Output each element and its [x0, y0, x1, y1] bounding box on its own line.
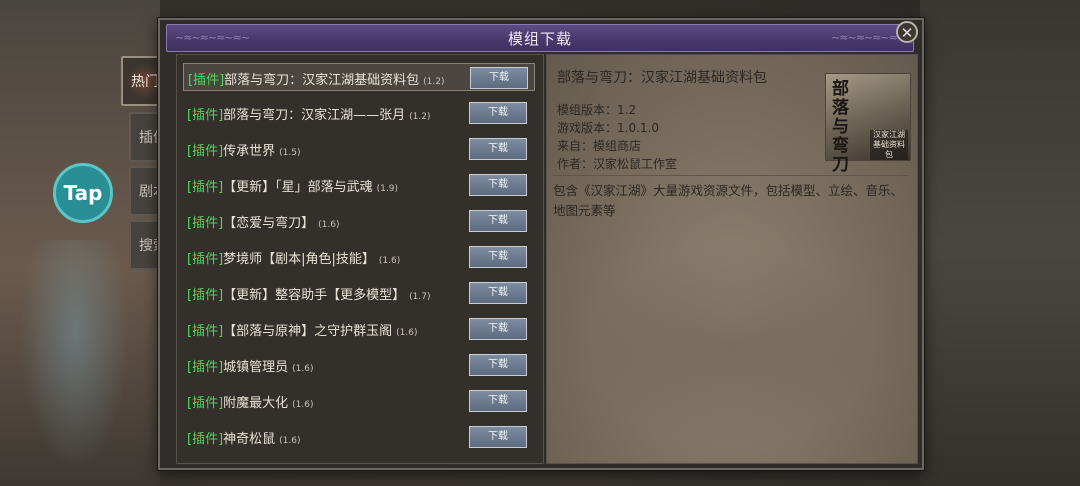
- mod-title: [插件]【更新】「星」部落与武魂 (1.9): [187, 176, 398, 195]
- mod-tag: [插件]: [187, 324, 224, 339]
- thumbnail-subtitle: 汉家江湖 基础资料包: [870, 130, 908, 160]
- mod-name: 梦境师【剧本|角色|技能】: [223, 252, 375, 267]
- mod-version: (1.5): [279, 148, 301, 158]
- mod-name: 【更新】「星」部落与武魂: [223, 180, 373, 195]
- list-item[interactable]: [插件]【部落与原神】之守护群玉阁 (1.6) 下载: [183, 315, 535, 343]
- download-button[interactable]: 下载: [470, 67, 528, 89]
- download-button[interactable]: 下载: [469, 282, 527, 304]
- close-button[interactable]: ✕: [896, 21, 918, 43]
- list-item[interactable]: [插件]传承世界 (1.5) 下载: [183, 135, 535, 163]
- mod-title: [插件]神奇松鼠 (1.6): [187, 428, 301, 447]
- download-button[interactable]: 下载: [469, 102, 527, 124]
- list-item[interactable]: [插件]【恋爱与弯刀】 (1.6) 下载: [183, 207, 535, 235]
- title-bar: ~≈~≈~≈~≈~ 模组下载 ~≈~≈~≈~≈~: [166, 24, 914, 52]
- detail-mod-version: 模组版本：1.2: [557, 103, 637, 117]
- taptap-label: Tap: [63, 181, 103, 205]
- ornament-right-icon: ~≈~≈~≈~≈~: [831, 31, 906, 44]
- mod-name: 神奇松鼠: [223, 432, 276, 447]
- detail-description: 包含《汉家江湖》大量游戏资源文件，包括模型、立绘、音乐、地图元素等: [553, 183, 904, 218]
- mod-title: [插件]部落与弯刀：汉家江湖基础资料包 (1.2): [188, 69, 445, 88]
- mod-name: 【部落与原神】之守护群玉阁: [223, 324, 393, 339]
- mod-name: 部落与弯刀：汉家江湖基础资料包: [224, 73, 420, 88]
- thumbnail-title: 部落与弯刀: [832, 79, 849, 175]
- mod-tag: [插件]: [187, 396, 224, 411]
- mod-version: (1.9): [376, 184, 399, 194]
- detail-author: 作者：汉家松鼠工作室: [557, 157, 678, 171]
- download-button[interactable]: 下载: [469, 138, 527, 160]
- list-item[interactable]: [插件]部落与弯刀：汉家江湖基础资料包 (1.2) 下载: [183, 63, 535, 91]
- download-button[interactable]: 下载: [469, 354, 527, 376]
- mod-name: 城镇管理员: [223, 360, 289, 375]
- mod-title: [插件]附魔最大化 (1.6): [187, 392, 314, 411]
- mod-detail-panel: 部落与弯刀：汉家江湖基础资料包 模组版本：1.2 游戏版本：1.0.1.0 来自…: [546, 54, 918, 464]
- mod-tag: [插件]: [188, 73, 225, 88]
- mod-title: [插件]梦境师【剧本|角色|技能】 (1.6): [187, 248, 400, 267]
- background-right: [920, 0, 1080, 486]
- mod-title: [插件]【恋爱与弯刀】 (1.6): [187, 212, 340, 231]
- mod-tag: [插件]: [187, 216, 224, 231]
- download-button[interactable]: 下载: [469, 210, 527, 232]
- taptap-floating-button[interactable]: Tap: [53, 163, 113, 223]
- mod-tag: [插件]: [187, 360, 224, 375]
- list-item[interactable]: [插件]城镇管理员 (1.6) 下载: [183, 351, 535, 379]
- list-item[interactable]: [插件]【更新】整容助手【更多模型】 (1.7) 下载: [183, 279, 535, 307]
- mod-tag: [插件]: [187, 288, 224, 303]
- download-button[interactable]: 下载: [469, 174, 527, 196]
- download-button[interactable]: 下载: [469, 426, 527, 448]
- close-icon: ✕: [900, 24, 914, 42]
- download-button[interactable]: 下载: [469, 246, 527, 268]
- detail-game-version: 游戏版本：1.0.1.0: [557, 121, 659, 135]
- list-item[interactable]: [插件]附魔最大化 (1.6) 下载: [183, 387, 535, 415]
- mod-tag: [插件]: [187, 108, 224, 123]
- mod-version: (1.2): [409, 112, 431, 122]
- tab-hot-label: 热门: [131, 74, 159, 90]
- mod-name: 【更新】整容助手【更多模型】: [223, 288, 406, 303]
- mod-version: (1.6): [378, 256, 401, 266]
- download-button[interactable]: 下载: [469, 390, 527, 412]
- mod-version: (1.6): [279, 436, 301, 446]
- mod-thumbnail: 部落与弯刀 汉家江湖 基础资料包: [825, 73, 911, 175]
- detail-divider: [553, 175, 909, 176]
- list-item[interactable]: [插件]【更新】「星」部落与武魂 (1.9) 下载: [183, 171, 535, 199]
- mod-version: (1.7): [409, 292, 431, 302]
- mod-title: [插件]【部落与原神】之守护群玉阁 (1.6): [187, 320, 418, 339]
- mod-name: 【恋爱与弯刀】: [223, 216, 315, 231]
- mod-version: (1.6): [318, 220, 340, 230]
- list-item[interactable]: [插件]神奇松鼠 (1.6) 下载: [183, 423, 535, 451]
- mod-version: (1.6): [292, 364, 314, 374]
- download-button[interactable]: 下载: [469, 318, 527, 340]
- mod-title: [插件]部落与弯刀：汉家江湖——张月 (1.2): [187, 104, 431, 123]
- mod-title: [插件]【更新】整容助手【更多模型】 (1.7): [187, 284, 431, 303]
- mod-name: 部落与弯刀：汉家江湖——张月: [223, 108, 406, 123]
- list-item[interactable]: [插件]部落与弯刀：汉家江湖——张月 (1.2) 下载: [183, 99, 535, 127]
- background-illustration: [587, 245, 877, 445]
- mod-tag: [插件]: [187, 252, 224, 267]
- mod-name: 传承世界: [223, 144, 276, 159]
- detail-source: 来自：模组商店: [557, 139, 642, 153]
- list-item[interactable]: [插件]梦境师【剧本|角色|技能】 (1.6) 下载: [183, 243, 535, 271]
- detail-title: 部落与弯刀：汉家江湖基础资料包: [557, 70, 767, 86]
- background-character: [20, 240, 130, 470]
- mod-version: (1.6): [396, 328, 418, 338]
- mod-tag: [插件]: [187, 432, 224, 447]
- mod-list[interactable]: [插件]部落与弯刀：汉家江湖基础资料包 (1.2) 下载 [插件]部落与弯刀：汉家…: [176, 54, 544, 464]
- mod-tag: [插件]: [187, 180, 224, 195]
- mod-title: [插件]城镇管理员 (1.6): [187, 356, 314, 375]
- mod-title: [插件]传承世界 (1.5): [187, 140, 301, 159]
- mod-name: 附魔最大化: [223, 396, 289, 411]
- mod-version: (1.2): [423, 77, 445, 87]
- mod-version: (1.6): [292, 400, 314, 410]
- mod-tag: [插件]: [187, 144, 224, 159]
